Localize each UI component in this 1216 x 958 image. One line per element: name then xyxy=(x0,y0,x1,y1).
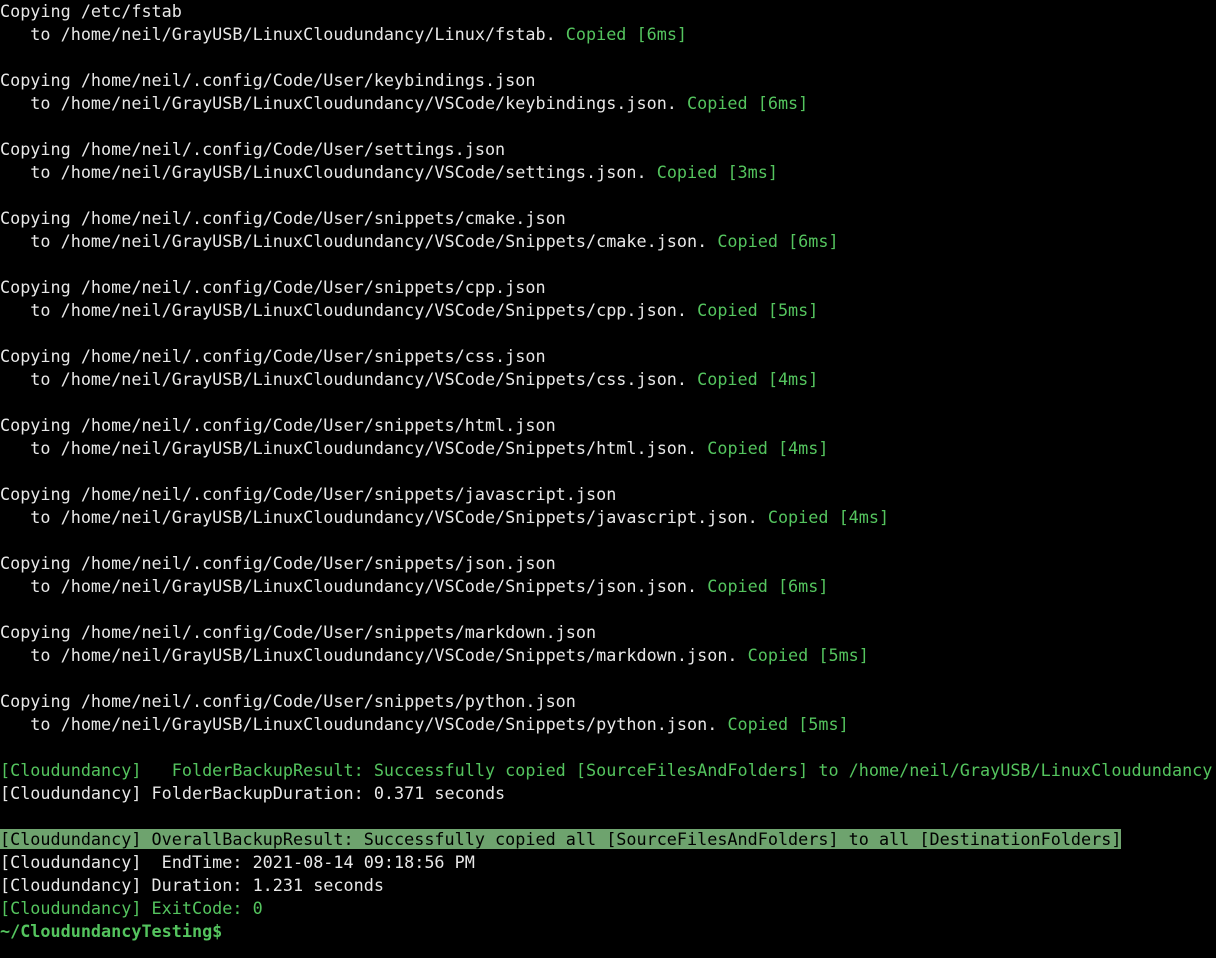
copied-status: Copied [5ms] xyxy=(748,645,869,665)
copied-status: Copied [6ms] xyxy=(717,231,838,251)
copy-src-line: Copying /home/neil/.config/Code/User/sni… xyxy=(0,208,566,228)
copy-dst-line: to /home/neil/GrayUSB/LinuxCloudundancy/… xyxy=(0,300,697,320)
folder-backup-result: [Cloudundancy] FolderBackupResult: Succe… xyxy=(0,760,1212,780)
overall-backup-result: [Cloudundancy] OverallBackupResult: Succ… xyxy=(0,829,1121,849)
duration: [Cloudundancy] Duration: 1.231 seconds xyxy=(0,875,384,895)
copy-src-line: Copying /home/neil/.config/Code/User/sni… xyxy=(0,346,546,366)
copy-src-line: Copying /home/neil/.config/Code/User/sni… xyxy=(0,415,556,435)
copy-dst-line: to /home/neil/GrayUSB/LinuxCloudundancy/… xyxy=(0,714,727,734)
copy-dst-line: to /home/neil/GrayUSB/LinuxCloudundancy/… xyxy=(0,438,707,458)
copied-status: Copied [5ms] xyxy=(697,300,818,320)
copy-src-line: Copying /home/neil/.config/Code/User/sni… xyxy=(0,622,596,642)
copy-src-line: Copying /home/neil/.config/Code/User/sni… xyxy=(0,691,576,711)
copy-dst-line: to /home/neil/GrayUSB/LinuxCloudundancy/… xyxy=(0,576,707,596)
copy-dst-line: to /home/neil/GrayUSB/LinuxCloudundancy/… xyxy=(0,369,697,389)
copy-src-line: Copying /home/neil/.config/Code/User/sni… xyxy=(0,277,546,297)
copied-status: Copied [4ms] xyxy=(768,507,889,527)
copied-status: Copied [3ms] xyxy=(657,162,778,182)
copy-src-line: Copying /home/neil/.config/Code/User/sni… xyxy=(0,484,616,504)
terminal-output[interactable]: Copying /etc/fstab to /home/neil/GrayUSB… xyxy=(0,0,1216,943)
copy-src-line: Copying /home/neil/.config/Code/User/set… xyxy=(0,139,505,159)
shell-prompt[interactable]: ~/CloudundancyTesting$ xyxy=(0,921,222,941)
copy-dst-line: to /home/neil/GrayUSB/LinuxCloudundancy/… xyxy=(0,24,566,44)
copy-dst-line: to /home/neil/GrayUSB/LinuxCloudundancy/… xyxy=(0,231,717,251)
folder-backup-duration: [Cloudundancy] FolderBackupDuration: 0.3… xyxy=(0,783,505,803)
copy-dst-line: to /home/neil/GrayUSB/LinuxCloudundancy/… xyxy=(0,507,768,527)
exit-code: [Cloudundancy] ExitCode: 0 xyxy=(0,898,263,918)
copy-src-line: Copying /etc/fstab xyxy=(0,1,182,21)
copy-src-line: Copying /home/neil/.config/Code/User/key… xyxy=(0,70,535,90)
copied-status: Copied [6ms] xyxy=(566,24,687,44)
copied-status: Copied [5ms] xyxy=(727,714,848,734)
copied-status: Copied [4ms] xyxy=(707,438,828,458)
copy-dst-line: to /home/neil/GrayUSB/LinuxCloudundancy/… xyxy=(0,162,657,182)
copy-src-line: Copying /home/neil/.config/Code/User/sni… xyxy=(0,553,556,573)
copy-dst-line: to /home/neil/GrayUSB/LinuxCloudundancy/… xyxy=(0,645,748,665)
copied-status: Copied [4ms] xyxy=(697,369,818,389)
copied-status: Copied [6ms] xyxy=(707,576,828,596)
copied-status: Copied [6ms] xyxy=(687,93,808,113)
copy-dst-line: to /home/neil/GrayUSB/LinuxCloudundancy/… xyxy=(0,93,687,113)
end-time: [Cloudundancy] EndTime: 2021-08-14 09:18… xyxy=(0,852,475,872)
